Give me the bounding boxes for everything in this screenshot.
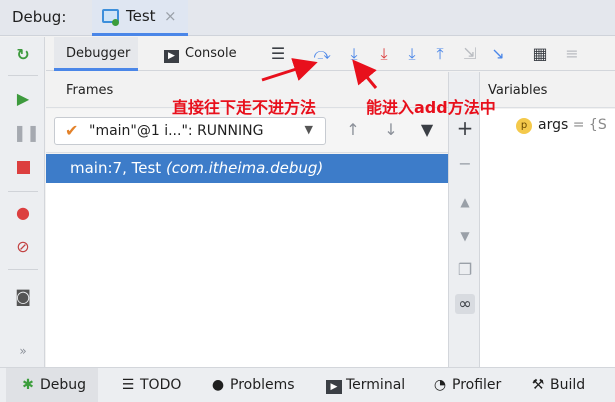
run-config-icon <box>102 9 119 26</box>
evaluate-expression-icon[interactable]: ▦ <box>530 44 550 64</box>
variable-value: = {S <box>568 117 607 133</box>
view-breakpoints-icon[interactable]: ● <box>13 203 33 223</box>
step-into-icon[interactable]: ⤓ <box>402 44 422 64</box>
remove-watch-icon[interactable]: − <box>455 154 475 174</box>
variables-header: Variables <box>480 72 615 108</box>
filter-icon[interactable]: ▼ <box>416 119 438 141</box>
show-execution-point-icon[interactable]: ⤼ <box>312 44 332 64</box>
tool-window-todo-label: TODO <box>140 377 182 393</box>
debug-left-toolbar: ↻ ▶ ❚❚ ● ⊘ ◙ » <box>0 37 45 367</box>
tool-window-build-label: Build <box>550 377 586 393</box>
run-to-cursor-icon[interactable]: ↘ <box>488 44 508 64</box>
frame-location: main:7, Test <box>70 159 162 177</box>
tool-window-profiler-label: Profiler <box>452 377 502 393</box>
debugger-toolbar: Debugger ▶ Console ☰ ⤼ ⤓ ⤓ ⤓ ⤒ ⇲ ↘ ▦ ≡ <box>46 37 615 71</box>
tool-window-problems-label: Problems <box>230 377 295 393</box>
list-icon: ☰ <box>121 377 135 393</box>
tab-console-label: Console <box>185 46 237 61</box>
frames-list: main:7, Test (com.itheima.debug) <box>46 154 448 367</box>
tab-test[interactable]: Test × <box>92 0 188 36</box>
variables-tree: p args = {S <box>480 109 615 367</box>
mute-breakpoints-icon[interactable]: ⊘ <box>13 237 33 257</box>
profiler-icon: ◔ <box>433 377 447 393</box>
tab-console[interactable]: ▶ Console <box>164 37 254 71</box>
move-down-icon[interactable]: ▼ <box>455 226 475 246</box>
glasses-icon[interactable]: ∞ <box>455 294 475 314</box>
pause-icon[interactable]: ❚❚ <box>13 123 40 143</box>
tool-window-debug[interactable]: ✱ Debug <box>6 368 98 402</box>
copy-icon[interactable]: ❐ <box>455 260 475 280</box>
debug-titlebar: Debug: Test × <box>0 0 615 36</box>
bug-icon: ✱ <box>22 377 34 393</box>
add-watch-icon[interactable]: + <box>455 118 475 138</box>
tool-window-terminal-label: Terminal <box>346 377 406 393</box>
info-icon: ● <box>211 377 225 393</box>
separator <box>8 191 38 192</box>
tab-debugger[interactable]: Debugger <box>54 37 138 71</box>
camera-icon[interactable]: ◙ <box>13 287 33 307</box>
tool-window-profiler[interactable]: ◔ Profiler <box>432 368 501 402</box>
frame-package: (com.itheima.debug) <box>165 159 324 177</box>
frame-row[interactable]: main:7, Test (com.itheima.debug) <box>46 154 448 183</box>
layout-menu-icon[interactable]: ☰ <box>268 44 288 64</box>
separator <box>8 75 38 76</box>
chevron-down-icon: ▼ <box>304 123 313 136</box>
stop-icon[interactable] <box>13 159 33 179</box>
move-up-icon[interactable]: ▲ <box>455 192 475 212</box>
arrow-down-icon[interactable]: ↓ <box>380 119 402 141</box>
parameter-icon: p <box>516 118 532 134</box>
frames-title: Frames <box>66 83 114 98</box>
trace-icon[interactable]: ≡ <box>562 44 582 64</box>
terminal-icon: ▶ <box>326 380 342 394</box>
annotation-step-into: 能进入add方法中 <box>366 98 496 117</box>
arrow-up-icon[interactable]: ↑ <box>342 119 364 141</box>
variable-item[interactable]: p args = {S <box>516 117 607 134</box>
thread-select[interactable]: ✔ "main"@1 i...": RUNNING ▼ <box>54 117 326 145</box>
step-over-icon[interactable]: ⤓ <box>344 44 364 64</box>
debug-panel-label: Debug: <box>12 8 67 26</box>
variable-name: args <box>538 117 569 133</box>
close-icon[interactable]: × <box>164 7 177 25</box>
separator <box>8 269 38 270</box>
tool-window-build[interactable]: ⚒ Build <box>530 368 585 402</box>
thread-select-value: "main"@1 i...": RUNNING <box>89 123 264 139</box>
bottom-tool-bar: ✱ Debug ☰ TODO ● Problems ▶ Terminal ◔ Profil… <box>0 367 615 402</box>
drop-frame-icon[interactable]: ⇲ <box>460 44 480 64</box>
variables-title: Variables <box>488 83 548 98</box>
tool-window-problems[interactable]: ● Problems <box>210 368 295 402</box>
hammer-icon: ⚒ <box>531 377 545 393</box>
check-icon: ✔ <box>65 121 79 140</box>
tool-window-terminal[interactable]: ▶ Terminal <box>326 368 405 402</box>
console-icon: ▶ <box>164 50 179 63</box>
annotation-step-over: 直接往下走不进方法 <box>172 98 317 117</box>
force-step-into-icon[interactable]: ⤓ <box>374 44 394 64</box>
resume-icon[interactable]: ▶ <box>13 89 33 109</box>
step-out-icon[interactable]: ⤒ <box>430 44 450 64</box>
tool-window-debug-label: Debug <box>40 377 87 393</box>
more-icon[interactable]: » <box>13 341 33 361</box>
tab-test-label: Test <box>126 7 156 25</box>
rerun-icon[interactable]: ↻ <box>13 45 33 65</box>
tool-window-todo[interactable]: ☰ TODO <box>120 368 182 402</box>
